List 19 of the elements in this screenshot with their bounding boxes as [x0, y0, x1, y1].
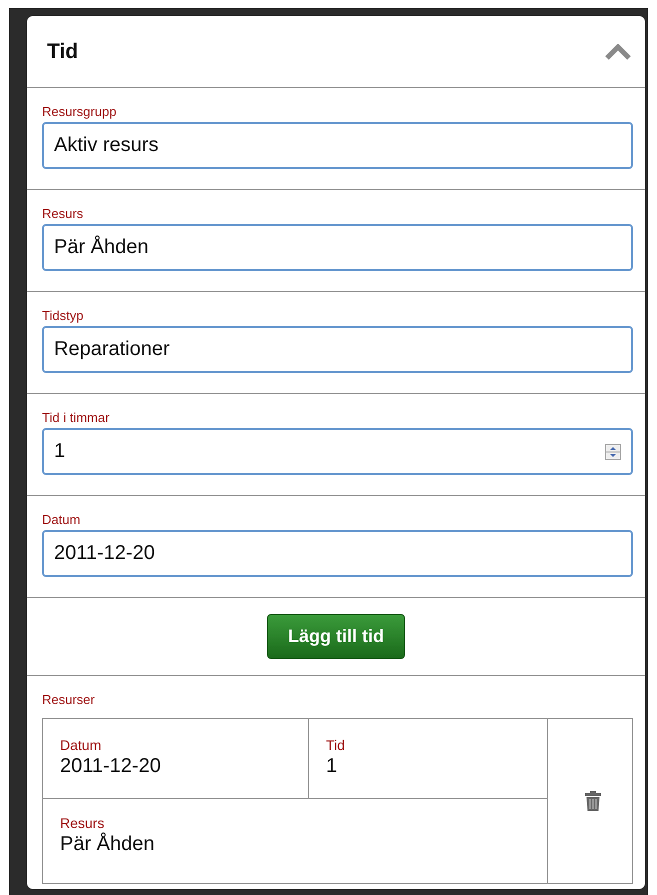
field-label: Tidstyp	[42, 308, 84, 323]
panel-title: Tid	[47, 40, 78, 64]
field-label: Tid i timmar	[42, 410, 110, 425]
input-field[interactable]: Aktiv resurs	[42, 122, 633, 169]
resources-label: Resurser	[42, 692, 96, 707]
chevron-icon[interactable]	[605, 44, 631, 60]
table-cell: Resurs Pär Åhden	[43, 799, 548, 883]
input-field[interactable]: Pär Åhden	[42, 224, 633, 271]
field-label: Resurs	[42, 206, 84, 221]
input-field[interactable]: Reparationer	[42, 326, 633, 373]
table-cell: Datum 2011-12-20	[43, 719, 309, 799]
input-field[interactable]: 2011-12-20	[42, 530, 633, 577]
add-time-button[interactable]: Lägg till tid	[267, 614, 405, 659]
field-label: Datum	[42, 512, 82, 527]
table-cell: Tid 1	[309, 719, 548, 799]
trash-icon[interactable]	[584, 791, 600, 811]
spinner-icon[interactable]	[605, 444, 621, 460]
input-field[interactable]: 1	[42, 428, 633, 475]
field-label: Resursgrupp	[42, 104, 118, 119]
